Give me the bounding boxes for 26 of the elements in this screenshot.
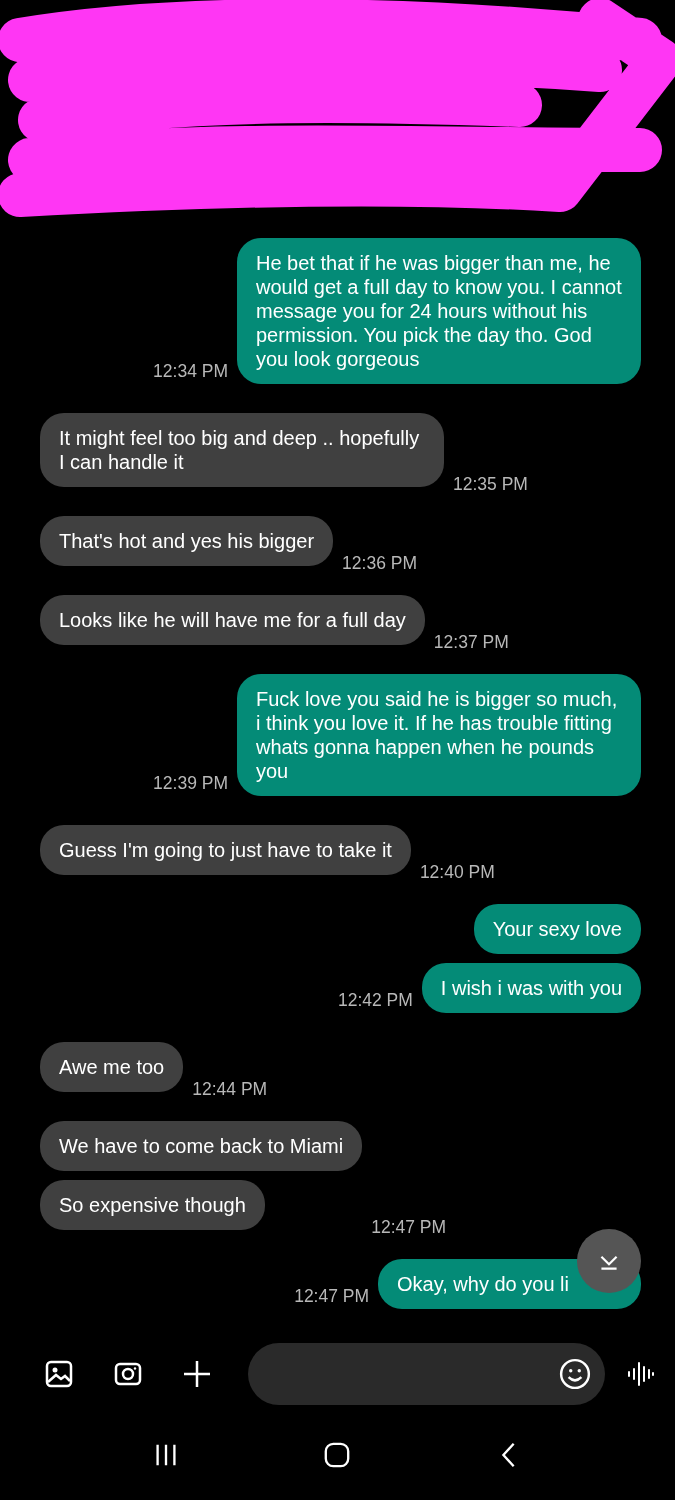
sent-message-bubble: He bet that if he was bigger than me, he would get a full day to know you. I cannot message you for 24 hours without his permission. You pick the day tho. God you look gorgeous (237, 238, 641, 384)
received-message-bubble: Guess I'm going to just have to take it (40, 825, 411, 875)
received-message-bubble: It might feel too big and deep .. hopefully I can handle it (40, 413, 444, 487)
timestamp: 12:42 PM (337, 990, 413, 1012)
timestamp: 12:44 PM (192, 1079, 268, 1100)
home-icon[interactable] (323, 1441, 352, 1469)
received-message-bubble: So expensive though (40, 1180, 265, 1230)
sent-message-bubble: I wish i was with you (421, 963, 641, 1013)
timestamp: 12:36 PM (342, 553, 417, 574)
received-message-bubble: We have to come back to Miami (40, 1121, 363, 1171)
received-message-bubble: Awe me too (40, 1042, 184, 1092)
received-message-bubble: Looks like he will have me for a full day (40, 595, 425, 645)
timestamp: 12:47 PM (294, 1286, 370, 1308)
timestamp: 12:34 PM (153, 361, 228, 383)
received-message-bubble: That's hot and yes his bigger (40, 516, 334, 566)
timestamp: 12:47 PM (371, 1217, 447, 1238)
timestamp: 12:40 PM (419, 862, 495, 883)
timestamp: 12:37 PM (433, 632, 509, 653)
sent-message-bubble: Your sexy love (473, 904, 641, 954)
voice-icon[interactable] (625, 1359, 657, 1389)
emoji-icon[interactable] (559, 1358, 591, 1390)
timestamp: 12:39 PM (153, 773, 228, 795)
plus-icon[interactable] (182, 1359, 212, 1389)
gallery-icon[interactable] (44, 1359, 74, 1389)
sent-message-bubble: Fuck love you said he is bigger so much, i think you love it. If he has trouble fitting whats gonna happen when he pounds you (237, 674, 641, 796)
timestamp: 12:35 PM (453, 474, 528, 495)
